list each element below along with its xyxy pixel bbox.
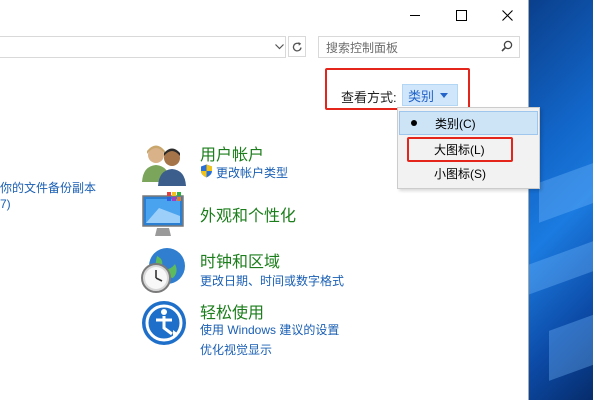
annotation-box-view-by <box>325 68 470 110</box>
chevron-down-icon <box>274 44 284 50</box>
minimize-icon <box>410 14 420 16</box>
refresh-button[interactable] <box>288 36 306 57</box>
link-optimize-visual-display[interactable]: 优化视觉显示 <box>200 341 272 358</box>
annotation-box-large-icons <box>407 137 513 162</box>
search-button[interactable] <box>498 37 516 55</box>
close-icon <box>501 9 513 21</box>
desktop-background <box>529 0 593 400</box>
search-icon <box>501 40 513 52</box>
link-use-windows-recommended-settings[interactable]: 使用 Windows 建议的设置 <box>200 321 339 338</box>
menu-item-label: 小图标(S) <box>434 166 486 181</box>
address-bar[interactable] <box>0 36 286 58</box>
maximize-icon <box>455 9 467 21</box>
category-title-appearance[interactable]: 外观和个性化 <box>200 202 296 226</box>
menu-item-category[interactable]: 类别(C) <box>399 111 538 135</box>
ease-of-access-icon <box>142 301 186 345</box>
menu-item-small-icons[interactable]: 小图标(S) <box>399 161 538 185</box>
left-partial-link[interactable]: 7) <box>0 197 11 211</box>
link-change-date-time-format[interactable]: 更改日期、时间或数字格式 <box>200 272 344 289</box>
minimize-button[interactable] <box>392 0 438 30</box>
search-placeholder: 搜索控制面板 <box>326 41 399 55</box>
clock-globe-icon <box>141 248 185 293</box>
users-icon <box>142 145 186 186</box>
category-title-user-accounts[interactable]: 用户帐户 <box>200 141 264 165</box>
maximize-button[interactable] <box>438 0 484 30</box>
refresh-icon <box>292 41 302 51</box>
bullet-icon <box>411 120 417 126</box>
menu-item-label: 类别(C) <box>435 116 476 131</box>
address-dropdown-button[interactable] <box>270 37 288 57</box>
monitor-personalize-icon <box>142 192 184 236</box>
close-button[interactable] <box>484 0 530 30</box>
link-change-account-type[interactable]: 更改帐户类型 <box>216 164 288 181</box>
category-title-clock-region[interactable]: 时钟和区域 <box>200 248 280 272</box>
category-title-ease-of-access[interactable]: 轻松使用 <box>200 299 264 323</box>
left-partial-link[interactable]: 你的文件备份副本 <box>0 179 96 196</box>
uac-shield-icon <box>201 164 212 178</box>
